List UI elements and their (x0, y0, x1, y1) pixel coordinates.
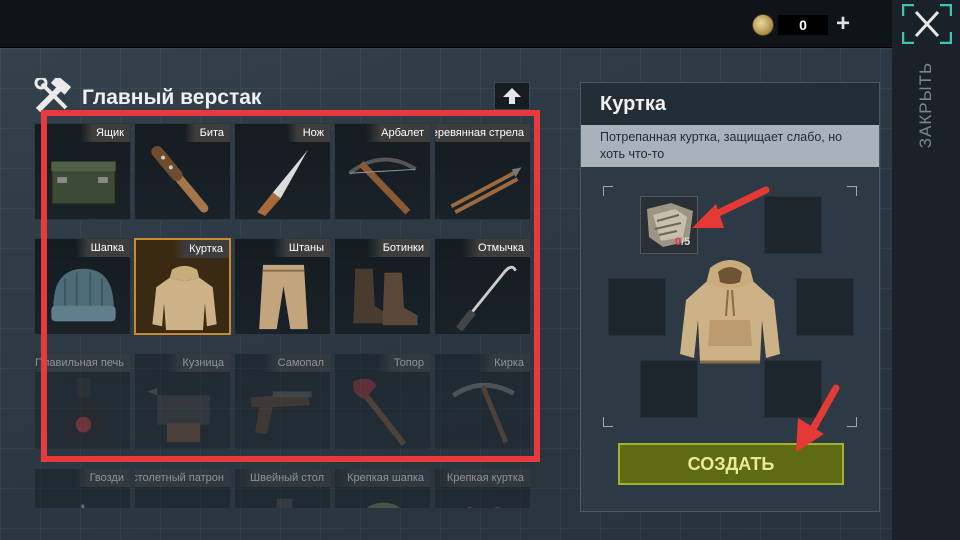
coin-icon (752, 14, 774, 36)
corner-mark (603, 186, 613, 196)
bat-icon (151, 145, 209, 213)
recipe-item-jacket[interactable]: Куртка (134, 238, 231, 335)
detail-header: Куртка (581, 83, 879, 125)
nails-icon (81, 504, 85, 508)
jacket-icon (152, 265, 217, 331)
recipe-item-label: Крепкая куртка (435, 469, 530, 487)
arrow-up-icon (503, 88, 521, 104)
corner-mark (603, 417, 613, 427)
bullet-icon (143, 489, 224, 508)
recipe-item-crossbow[interactable]: Арбалет (334, 123, 431, 220)
pickaxe-icon (451, 382, 515, 444)
recipe-item-label: Нож (286, 124, 330, 142)
recipe-item-label: Самопал (261, 354, 330, 372)
beanie-icon (51, 268, 116, 322)
recipe-item-bat[interactable]: Бита (134, 123, 231, 220)
coin-count: 0 (778, 15, 828, 35)
close-icon[interactable] (902, 4, 952, 44)
recipe-item-label: Шапка (74, 239, 130, 257)
recipe-item-crate[interactable]: Ящик (34, 123, 131, 220)
recipe-item-label: Гвозди (73, 469, 130, 487)
create-button[interactable]: СОЗДАТЬ (618, 443, 844, 485)
recipe-item-label: Отмычка (462, 239, 530, 257)
recipe-item-lockpick[interactable]: Отмычка (434, 238, 531, 335)
recipe-item-label: Крепкая шапка (335, 469, 430, 487)
recipe-item-knife[interactable]: Нож (234, 123, 331, 220)
recipe-item-strong-jacket[interactable]: Крепкая куртка (434, 468, 531, 508)
scroll-up-button[interactable] (494, 82, 530, 110)
requirement-count: 0/5 (675, 236, 690, 248)
recipe-item-pants[interactable]: Штаны (234, 238, 331, 335)
boots-icon (353, 268, 418, 326)
recipe-item-label: Кирка (478, 354, 530, 372)
detail-title: Куртка (600, 93, 666, 115)
recipe-item-label: Пистолетный патрон (135, 469, 230, 487)
recipe-item-forge[interactable]: Кузница (134, 353, 231, 450)
hammer-wrench-icon (34, 78, 72, 113)
crossbow-icon (348, 157, 417, 215)
recipe-item-axe[interactable]: Топор (334, 353, 431, 450)
close-label[interactable]: ЗАКРЫТЬ (881, 59, 960, 151)
ingredient-slot (796, 278, 854, 336)
recipe-item-label: Деревянная стрела (435, 124, 530, 142)
requirement-need: /5 (681, 236, 691, 248)
recipe-item-label: Арбалет (365, 124, 430, 142)
crate-icon (50, 161, 117, 206)
recipe-item-arrows[interactable]: Деревянная стрела (434, 123, 531, 220)
arrows-icon (450, 167, 522, 214)
ingredient-slot (764, 196, 822, 254)
recipe-item-nails[interactable]: Гвозди (34, 468, 131, 508)
recipe-item-label: Кузница (166, 354, 230, 372)
recipe-item-beanie[interactable]: Шапка (34, 238, 131, 335)
lockpick-icon (456, 265, 517, 332)
recipe-item-bullet[interactable]: Пистолетный патрон (134, 468, 231, 508)
recipe-item-label: Куртка (173, 240, 229, 258)
recipe-item-label: Плавильная печь (35, 354, 130, 372)
workbench-title: Главный верстак (82, 86, 262, 109)
recipe-item-pickaxe[interactable]: Кирка (434, 353, 531, 450)
add-coins-button[interactable]: + (832, 12, 854, 36)
detail-description: Потрепанная куртка, защищает слабо, но х… (581, 125, 879, 167)
recipe-item-label: Топор (377, 354, 430, 372)
recipe-item-strong-hat[interactable]: Крепкая шапка (334, 468, 431, 508)
furnace-icon (61, 377, 106, 443)
sewing-table-icon (276, 498, 293, 508)
recipe-item-label: Швейный стол (235, 469, 330, 487)
recipe-item-boots[interactable]: Ботинки (334, 238, 431, 335)
recipe-item-label: Ящик (80, 124, 130, 142)
recipe-item-label: Штаны (272, 239, 330, 257)
recipe-item-sewing-table[interactable]: Швейный стол (234, 468, 331, 508)
recipe-item-label: Бита (183, 124, 230, 142)
pistol-icon (251, 391, 312, 435)
recipe-grid[interactable]: Ящик Бита Нож Арбалет Деревянная стрела Шапка… (32, 120, 534, 508)
jacket-icon (680, 260, 780, 364)
axe-icon (353, 378, 407, 446)
strong-jacket-icon (466, 506, 501, 508)
corner-mark (847, 186, 857, 196)
strong-hat-icon (367, 502, 400, 508)
corner-mark (847, 417, 857, 427)
recipe-item-furnace[interactable]: Плавильная печь (34, 353, 131, 450)
ingredient-slot (608, 278, 666, 336)
pants-icon (259, 264, 308, 330)
knife-icon (257, 149, 308, 217)
forge-icon (147, 387, 210, 443)
recipe-item-pistol[interactable]: Самопал (234, 353, 331, 450)
recipe-item-label: Ботинки (366, 239, 430, 257)
